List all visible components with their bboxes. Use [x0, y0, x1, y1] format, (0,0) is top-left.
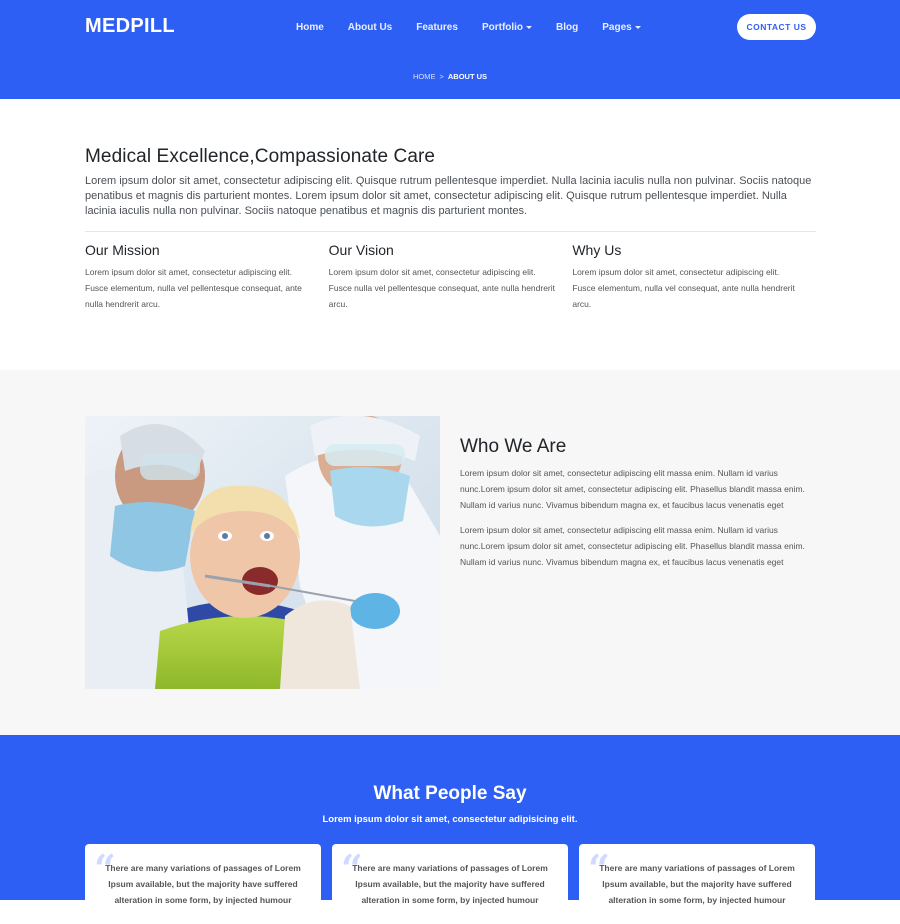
breadcrumb-separator: > [439, 72, 444, 81]
nav-item-blog[interactable]: Blog [544, 20, 590, 34]
testimonial-text: There are many variations of passages of… [352, 863, 548, 905]
nav-item-portfolio[interactable]: Portfolio [470, 20, 544, 34]
testimonial-text: There are many variations of passages of… [105, 863, 301, 905]
caret-down-icon [526, 25, 533, 29]
breadcrumb: HOME > ABOUT US [0, 72, 900, 81]
why-us-column: Why Us Lorem ipsum dolor sit amet, conse… [572, 242, 816, 312]
nav-item-label: Portfolio [481, 21, 524, 33]
intro-section: Medical Excellence,Compassionate Care Lo… [85, 146, 816, 219]
nav-item-features[interactable]: Features [404, 20, 470, 34]
testimonial-card: “ There are many variations of passages … [85, 844, 321, 924]
who-we-are-title: Who We Are [460, 436, 567, 457]
testimonial-text: There are many variations of passages of… [599, 863, 795, 905]
mission-column: Our Mission Lorem ipsum dolor sit amet, … [85, 242, 329, 312]
testimonials-title: What People Say [373, 783, 527, 804]
who-we-are-paragraph: Lorem ipsum dolor sit amet, consectetur … [460, 525, 805, 567]
main-nav: Home About Us Features Portfolio Blog Pa… [284, 20, 653, 34]
column-title: Why Us [572, 242, 622, 258]
who-we-are-content: Who We Are Lorem ipsum dolor sit amet, c… [460, 436, 816, 581]
nav-item-about-us[interactable]: About Us [336, 20, 404, 34]
dentist-child-photo [85, 416, 440, 689]
testimonial-cards: “ There are many variations of passages … [85, 844, 826, 924]
section-divider [85, 231, 816, 232]
caret-down-icon [634, 25, 641, 29]
intro-text: Lorem ipsum dolor sit amet, consectetur … [85, 175, 812, 217]
breadcrumb-home-link[interactable]: HOME [413, 72, 436, 81]
column-text: Lorem ipsum dolor sit amet, consectetur … [328, 267, 556, 309]
nav-item-home[interactable]: Home [284, 20, 336, 34]
who-we-are-paragraph: Lorem ipsum dolor sit amet, consectetur … [460, 468, 805, 510]
nav-item-label: Pages [602, 21, 632, 33]
breadcrumb-current: ABOUT US [447, 72, 488, 81]
nav-item-label: Home [296, 21, 324, 33]
site-header: MEDPILL Home About Us Features Portfolio… [0, 0, 900, 99]
site-logo[interactable]: MEDPILL [85, 15, 175, 38]
nav-item-label: Blog [556, 21, 579, 33]
column-text: Lorem ipsum dolor sit amet, consectetur … [572, 267, 795, 309]
testimonial-card: “ There are many variations of passages … [579, 844, 815, 924]
column-title: Our Mission [85, 242, 160, 258]
mission-vision-columns: Our Mission Lorem ipsum dolor sit amet, … [85, 242, 816, 312]
testimonial-card: “ There are many variations of passages … [332, 844, 568, 924]
vision-column: Our Vision Lorem ipsum dolor sit amet, c… [329, 242, 573, 312]
column-title: Our Vision [328, 242, 394, 258]
nav-item-label: About Us [347, 21, 393, 33]
nav-item-label: Features [416, 21, 458, 33]
column-text: Lorem ipsum dolor sit amet, consectetur … [85, 267, 302, 309]
testimonials-subtitle: Lorem ipsum dolor sit amet, consectetur … [322, 814, 578, 825]
nav-item-pages[interactable]: Pages [590, 20, 652, 34]
intro-title: Medical Excellence,Compassionate Care [85, 146, 436, 167]
photo-illustration [85, 416, 440, 689]
contact-us-button[interactable]: CONTACT US [737, 14, 816, 40]
